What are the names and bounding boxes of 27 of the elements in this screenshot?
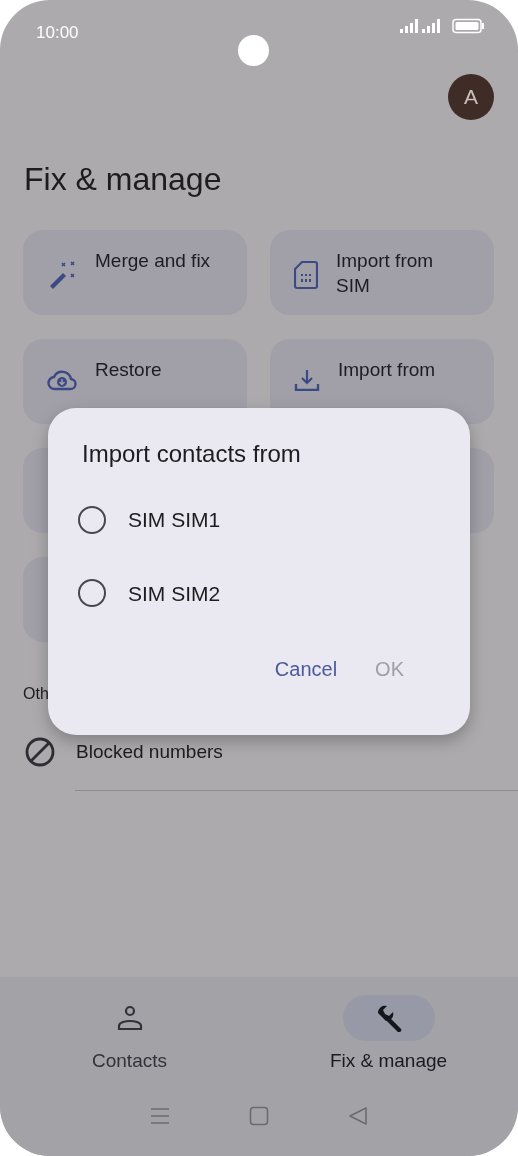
block-icon bbox=[24, 736, 56, 769]
dialog-button[interactable]: Cancel bbox=[274, 654, 338, 684]
section-heading: Oth bbox=[23, 684, 50, 705]
list-item-label[interactable]: Blocked numbers bbox=[76, 738, 223, 767]
menu-icon[interactable] bbox=[149, 1106, 170, 1125]
person-icon bbox=[116, 1005, 143, 1031]
home-icon[interactable] bbox=[249, 1105, 269, 1126]
dialog-title: Import contacts from bbox=[82, 439, 302, 469]
download-icon bbox=[294, 369, 320, 392]
action-card[interactable]: Import from SIM bbox=[270, 230, 494, 316]
nav-tab[interactable]: Contacts bbox=[0, 995, 259, 1076]
radio-icon[interactable] bbox=[78, 579, 106, 608]
cloud-download-icon bbox=[47, 369, 77, 392]
radio-option[interactable]: SIM SIM2 bbox=[82, 577, 470, 609]
nav-tab[interactable]: Fix & manage bbox=[259, 995, 518, 1076]
sim-card-icon bbox=[294, 260, 318, 291]
battery-icon bbox=[452, 18, 484, 34]
camera-hole bbox=[237, 35, 269, 66]
page-title: Fix & manage bbox=[24, 160, 223, 199]
back-icon[interactable] bbox=[348, 1105, 369, 1126]
account-avatar[interactable]: A bbox=[448, 74, 494, 120]
signal-icon bbox=[400, 18, 418, 34]
action-card[interactable]: Merge and fix bbox=[23, 230, 247, 316]
signal-icon bbox=[422, 18, 440, 34]
radio-icon[interactable] bbox=[78, 505, 106, 534]
clock-time: 10:00 bbox=[36, 22, 79, 44]
radio-option[interactable]: SIM SIM1 bbox=[82, 504, 470, 536]
